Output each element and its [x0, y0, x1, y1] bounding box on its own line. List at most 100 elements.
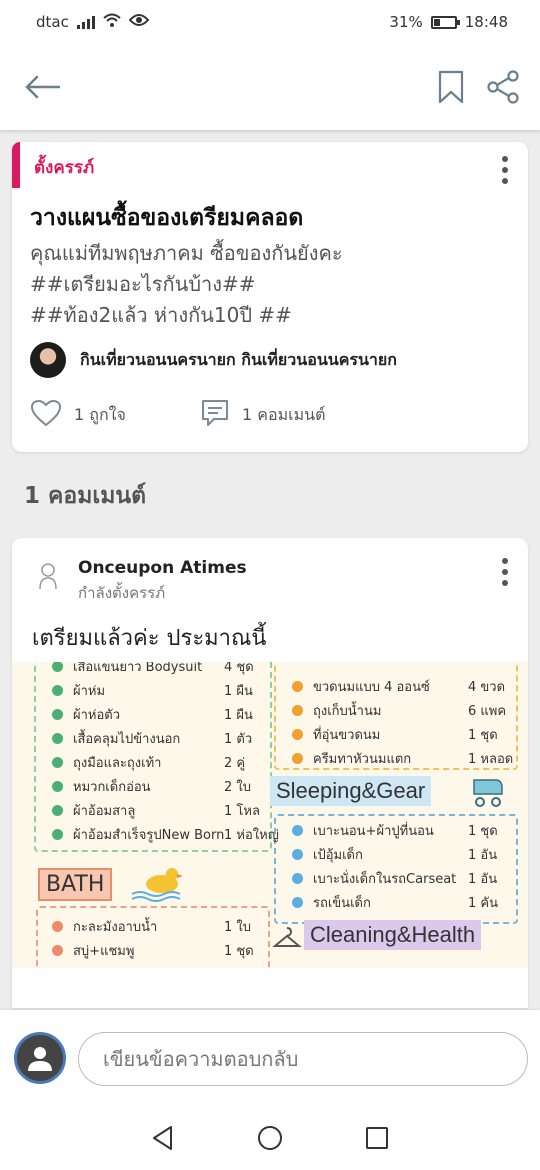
reply-bar — [0, 1010, 540, 1106]
more-options-icon[interactable] — [498, 152, 512, 188]
checklist-item-label: ถุงมือและถุงเท้า — [73, 756, 162, 771]
comment-card: Onceupon Atimes กำลังตั้งครรภ์ เตรียมแล้… — [12, 538, 528, 1008]
checklist-item: ผ้าห่ม 1 ผืน — [52, 680, 294, 701]
checklist-item: หมวกเด็กอ่อน 2 ใบ — [52, 776, 294, 797]
share-icon[interactable] — [486, 70, 520, 104]
reply-input[interactable] — [78, 1032, 528, 1086]
checklist-item-label: ที่อุ่นขวดนม — [313, 728, 381, 743]
bath-title: BATH — [38, 868, 113, 901]
checklist-item-qty: 1 ผืน — [224, 708, 253, 723]
bullet-icon — [292, 825, 303, 836]
bookmark-icon[interactable] — [438, 70, 464, 104]
carrier-label: dtac — [36, 13, 69, 31]
sleeping-title: Sleeping&Gear — [270, 776, 432, 806]
bullet-icon — [52, 829, 63, 840]
clock: 18:48 — [464, 13, 508, 31]
more-options-icon[interactable] — [498, 554, 512, 590]
checklist-item-qty: 1 ตัว — [224, 732, 253, 747]
home-nav-icon[interactable] — [257, 1125, 283, 1151]
checklist-item: ถุงเก็บน้ำนม 6 แพค — [292, 700, 528, 721]
avatar[interactable] — [30, 342, 66, 378]
status-bar: dtac 31% 18:48 — [0, 0, 540, 44]
bullet-icon — [292, 897, 303, 908]
checklist-item-label: เบาะนั่งเด็กในรถCarseat — [313, 872, 457, 887]
arrow-left-icon[interactable] — [20, 65, 64, 109]
bullet-icon — [292, 849, 303, 860]
checklist-item-qty: 1 อัน — [468, 848, 498, 863]
checklist-item: ผ้าห่อตัว 1 ผืน — [52, 704, 294, 725]
checklist-item: เบาะนอน+ผ้าปูที่นอน 1 ชุด — [292, 820, 528, 841]
comment-image[interactable]: BATH Sleeping&Gear Cleaning&Health เสื้อ… — [12, 662, 528, 968]
author-name[interactable]: กินเที่ยวนอนนครนายก กินเที่ยวนอนนครนายก — [80, 348, 397, 373]
stroller-icon — [470, 774, 506, 812]
checklist-item-qty: 2 คู่ — [224, 756, 246, 771]
category-accent — [12, 142, 20, 188]
checklist-item-label: หมวกเด็กอ่อน — [73, 780, 151, 795]
checklist-item-label: เสื้อแขนยาว Bodysuit — [73, 662, 203, 675]
bullet-icon — [52, 733, 63, 744]
comment-icon — [200, 398, 230, 432]
post-body-line: ##เตรียมอะไรกันบ้าง## — [30, 272, 256, 296]
user-avatar-icon[interactable] — [32, 558, 64, 594]
like-button[interactable]: 1 ถูกใจ — [30, 399, 200, 431]
checklist-item-qty: 1 ห่อใหญ่ — [224, 828, 279, 843]
bullet-icon — [52, 662, 63, 672]
comment-button[interactable]: 1 คอมเมนต์ — [200, 398, 325, 432]
post-author[interactable]: กินเที่ยวนอนนครนายก กินเที่ยวนอนนครนายก — [30, 342, 397, 378]
checklist-item-label: ผ้าห่อตัว — [73, 708, 121, 723]
checklist-item-label: ผ้าอ้อมสาลู — [73, 804, 136, 819]
comment-author-name[interactable]: Onceupon Atimes — [78, 558, 247, 578]
recents-nav-icon[interactable] — [365, 1126, 389, 1150]
post-card: ตั้งครรภ์ วางแผนซื้อของเตรียมคลอด คุณแม่… — [12, 142, 528, 452]
eye-icon — [128, 13, 150, 31]
checklist-item: เสื้อคลุมไปข้างนอก 1 ตัว — [52, 728, 294, 749]
comment-author[interactable]: Onceupon Atimes กำลังตั้งครรภ์ — [32, 558, 247, 605]
bullet-icon — [52, 921, 63, 932]
signal-icon — [76, 15, 95, 29]
checklist-item-label: ผ้าอ้อมสำเร็จรูปNew Born — [73, 828, 225, 843]
checklist-item-label: ผ้าห่ม — [73, 684, 106, 699]
comment-author-status: กำลังตั้งครรภ์ — [78, 584, 166, 602]
cleaning-title: Cleaning&Health — [304, 920, 482, 950]
checklist-item-qty: 1 ใบ — [224, 920, 252, 935]
post-body-line: ##ท้อง2แล้ว ห่างกัน10ปี ## — [30, 303, 292, 327]
checklist-item: เสื้อแขนยาว Bodysuit 4 ชุด — [52, 662, 294, 677]
checklist-item: ครีมทาหัวนมแตก 1 หลอด — [292, 748, 528, 769]
checklist-item-qty: 6 แพค — [468, 704, 507, 719]
bullet-icon — [52, 709, 63, 720]
back-nav-icon[interactable] — [151, 1125, 175, 1151]
checklist-item-qty: 1 ผืน — [224, 684, 253, 699]
comment-count: 1 คอมเมนต์ — [242, 404, 326, 424]
post-body: คุณแม่ทีมพฤษภาคม ซื้อของกันยังคะ ##เตรีย… — [30, 238, 520, 331]
checklist-item-label: เบาะนอน+ผ้าปูที่นอน — [313, 824, 434, 839]
checklist-item: ผ้าอ้อมสำเร็จรูปNew Born 1 ห่อใหญ่ — [52, 824, 294, 845]
checklist-item-label: เป้อุ้มเด็ก — [313, 848, 363, 863]
checklist-item: ที่อุ่นขวดนม 1 ชุด — [292, 724, 528, 745]
checklist-item: ขวดนมแบบ 4 ออนซ์ 4 ขวด — [292, 676, 528, 697]
post-stats: 1 ถูกใจ 1 คอมเมนต์ — [30, 398, 325, 432]
bullet-icon — [52, 781, 63, 792]
like-count: 1 ถูกใจ — [74, 404, 126, 424]
battery-icon — [430, 15, 460, 29]
category-label[interactable]: ตั้งครรภ์ — [34, 154, 94, 181]
checklist-item: ถุงมือและถุงเท้า 2 คู่ — [52, 752, 294, 773]
battery-percent: 31% — [389, 13, 423, 31]
checklist-item-qty: 2 ใบ — [224, 780, 252, 795]
heart-icon — [30, 399, 62, 431]
checklist-item-label: ครีมทาหัวนมแตก — [313, 752, 412, 767]
checklist-item: เบาะนั่งเด็กในรถCarseat 1 อัน — [292, 868, 528, 889]
checklist-item-qty: 1 ชุด — [224, 944, 254, 959]
checklist-item: สบู่+แชมพู 1 ชุด — [52, 940, 294, 961]
system-nav-bar — [0, 1106, 540, 1170]
checklist-item-qty: 4 ขวด — [468, 680, 506, 695]
checklist-item-qty: 4 ชุด — [224, 662, 254, 675]
bullet-icon — [52, 945, 63, 956]
user-avatar-icon[interactable] — [14, 1032, 66, 1084]
checklist-item: รถเข็นเด็ก 1 คัน — [292, 892, 528, 913]
checklist-item: เป้อุ้มเด็ก 1 อัน — [292, 844, 528, 865]
checklist-item-qty: 1 โหล — [224, 804, 260, 819]
checklist-item-label: สบู่+แชมพู — [73, 944, 135, 959]
bullet-icon — [292, 873, 303, 884]
bullet-icon — [52, 757, 63, 768]
checklist-item-qty: 1 หลอด — [468, 752, 514, 767]
